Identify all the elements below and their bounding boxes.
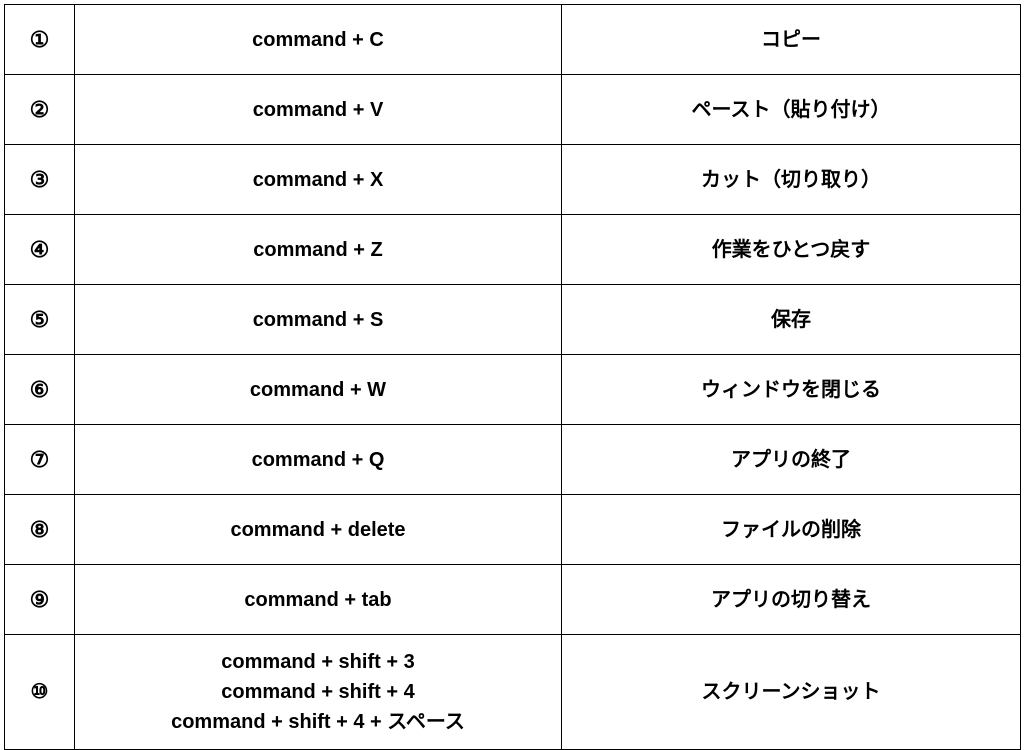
row-shortcut: command + Q <box>75 425 562 495</box>
table-row: ⑦ command + Q アプリの終了 <box>5 425 1021 495</box>
row-description: アプリの切り替え <box>562 565 1021 635</box>
table-row: ④ command + Z 作業をひとつ戻す <box>5 215 1021 285</box>
table-row: ⑩ command + shift + 3 command + shift + … <box>5 635 1021 750</box>
row-shortcut: command + V <box>75 75 562 145</box>
row-number: ⑦ <box>5 425 75 495</box>
table-row: ⑤ command + S 保存 <box>5 285 1021 355</box>
row-shortcut: command + delete <box>75 495 562 565</box>
row-shortcut: command + W <box>75 355 562 425</box>
row-number: ② <box>5 75 75 145</box>
row-number: ⑧ <box>5 495 75 565</box>
row-number: ⑥ <box>5 355 75 425</box>
row-description: ファイルの削除 <box>562 495 1021 565</box>
row-shortcut: command + X <box>75 145 562 215</box>
row-number: ⑨ <box>5 565 75 635</box>
row-number: ⑩ <box>5 635 75 750</box>
table-row: ⑥ command + W ウィンドウを閉じる <box>5 355 1021 425</box>
row-shortcut: command + S <box>75 285 562 355</box>
row-description: ウィンドウを閉じる <box>562 355 1021 425</box>
row-description: 作業をひとつ戻す <box>562 215 1021 285</box>
row-description: 保存 <box>562 285 1021 355</box>
row-number: ⑤ <box>5 285 75 355</box>
row-shortcut: command + tab <box>75 565 562 635</box>
shortcut-table: ① command + C コピー ② command + V ペースト（貼り付… <box>4 4 1021 750</box>
table-row: ⑧ command + delete ファイルの削除 <box>5 495 1021 565</box>
table-row: ① command + C コピー <box>5 5 1021 75</box>
row-description: コピー <box>562 5 1021 75</box>
row-number: ① <box>5 5 75 75</box>
table-row: ③ command + X カット（切り取り） <box>5 145 1021 215</box>
row-shortcut: command + shift + 3 command + shift + 4 … <box>75 635 562 750</box>
row-shortcut: command + C <box>75 5 562 75</box>
table-row: ⑨ command + tab アプリの切り替え <box>5 565 1021 635</box>
row-description: スクリーンショット <box>562 635 1021 750</box>
row-shortcut: command + Z <box>75 215 562 285</box>
row-description: カット（切り取り） <box>562 145 1021 215</box>
row-description: ペースト（貼り付け） <box>562 75 1021 145</box>
row-number: ④ <box>5 215 75 285</box>
table-row: ② command + V ペースト（貼り付け） <box>5 75 1021 145</box>
row-number: ③ <box>5 145 75 215</box>
row-description: アプリの終了 <box>562 425 1021 495</box>
